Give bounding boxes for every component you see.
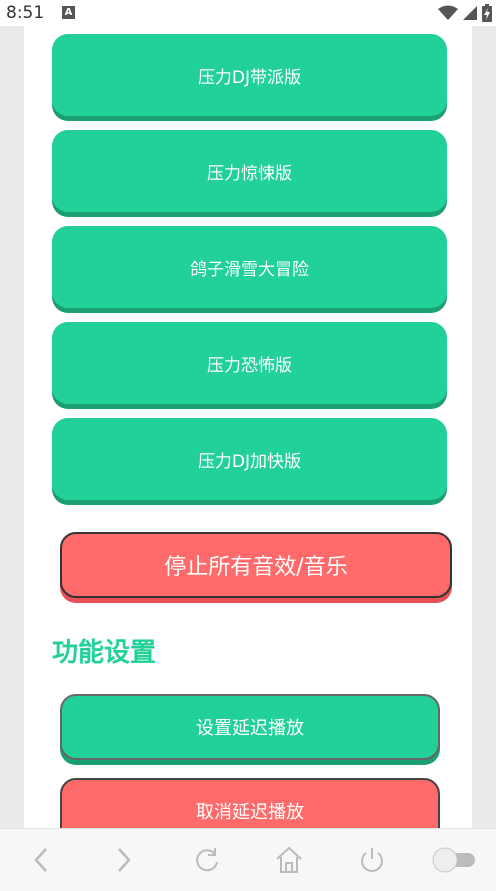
battery-icon <box>482 4 492 22</box>
notification-a-icon: A <box>62 6 75 19</box>
settings-section-title: 功能设置 <box>52 638 157 668</box>
status-time: 8:51 <box>6 3 45 23</box>
wifi-icon <box>438 5 458 20</box>
refresh-icon[interactable] <box>182 835 232 885</box>
sound-button-thriller[interactable]: 压力惊悚版 <box>52 130 447 212</box>
back-icon[interactable] <box>16 835 66 885</box>
sound-button-dj-daipai[interactable]: 压力DJ带派版 <box>52 34 447 116</box>
sound-button-pigeon-ski[interactable]: 鸽子滑雪大冒险 <box>52 226 447 308</box>
status-right-icons <box>438 4 492 22</box>
toggle-switch-icon[interactable] <box>430 835 480 885</box>
page-content: 压力DJ带派版 压力惊悚版 鸽子滑雪大冒险 压力恐怖版 压力DJ加快版 停止所有… <box>24 26 472 828</box>
power-icon[interactable] <box>347 835 397 885</box>
stop-all-audio-button[interactable]: 停止所有音效/音乐 <box>60 532 452 598</box>
browser-nav-bar <box>0 828 496 891</box>
sound-button-dj-fast[interactable]: 压力DJ加快版 <box>52 418 447 500</box>
signal-icon <box>463 6 477 20</box>
forward-icon[interactable] <box>99 835 149 885</box>
status-bar: 8:51 A <box>0 0 496 26</box>
cancel-delay-button[interactable]: 取消延迟播放 <box>60 778 440 828</box>
set-delay-button[interactable]: 设置延迟播放 <box>60 694 440 760</box>
home-icon[interactable] <box>264 835 314 885</box>
sound-button-horror[interactable]: 压力恐怖版 <box>52 322 447 404</box>
